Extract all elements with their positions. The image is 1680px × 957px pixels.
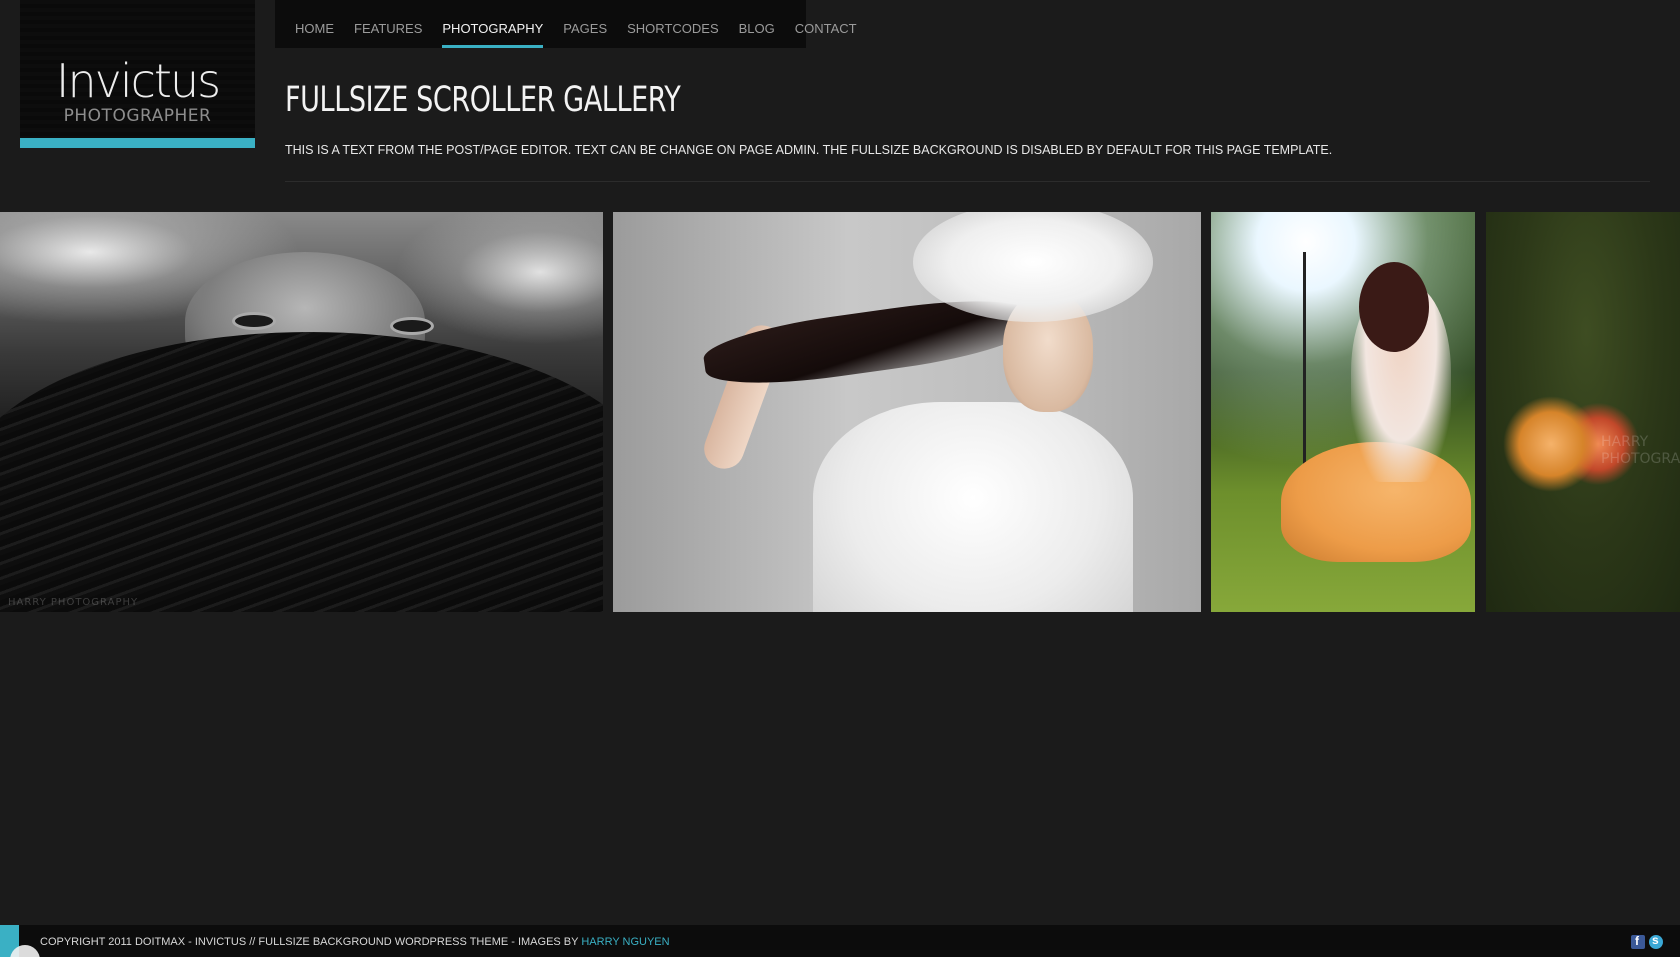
- gallery-photo-2[interactable]: [613, 212, 1201, 612]
- logo-accent-bar: [20, 138, 255, 148]
- nav-item-photography[interactable]: PHOTOGRAPHY: [442, 0, 543, 48]
- photo-watermark: HARRY PHOTOGRA: [1601, 434, 1680, 467]
- footer-copyright-text: COPYRIGHT 2011 DOITMAX - INVICTUS // FUL…: [40, 936, 579, 948]
- scroller-gallery[interactable]: HARRY PHOTOGRAPHY HARRY PHOTOGRA: [0, 212, 1680, 612]
- footer-copyright: COPYRIGHT 2011 DOITMAX - INVICTUS // FUL…: [40, 936, 670, 948]
- nav-item-contact[interactable]: CONTACT: [795, 0, 857, 48]
- photo-eye: [390, 317, 434, 335]
- nav-item-home[interactable]: HOME: [295, 0, 334, 48]
- site-footer: COPYRIGHT 2011 DOITMAX - INVICTUS // FUL…: [0, 925, 1680, 957]
- photo-light-stand: [1303, 252, 1306, 482]
- logo-name: Invictus: [55, 54, 221, 108]
- photo-body: [813, 402, 1133, 612]
- page-description: THIS IS A TEXT FROM THE POST/PAGE EDITOR…: [285, 143, 1333, 157]
- site-logo[interactable]: Invictus PHOTOGRAPHER: [20, 0, 255, 148]
- nav-item-pages[interactable]: PAGES: [563, 0, 607, 48]
- page-title: FULLSIZE SCROLLER GALLERY: [285, 80, 681, 120]
- photo-hair: [1359, 262, 1429, 352]
- nav-item-features[interactable]: FEATURES: [354, 0, 422, 48]
- gallery-photo-3[interactable]: [1211, 212, 1475, 612]
- nav-item-blog[interactable]: BLOG: [739, 0, 775, 48]
- facebook-icon[interactable]: [1631, 934, 1645, 949]
- skype-icon[interactable]: [1649, 933, 1663, 949]
- main-nav: HOME FEATURES PHOTOGRAPHY PAGES SHORTCOD…: [275, 0, 857, 48]
- content-divider: [285, 181, 1650, 182]
- footer-author-link[interactable]: HARRY NGUYEN: [581, 936, 669, 948]
- gallery-photo-1[interactable]: HARRY PHOTOGRAPHY: [0, 212, 603, 612]
- logo-subtitle: PHOTOGRAPHER: [63, 106, 212, 126]
- photo-watermark: HARRY PHOTOGRAPHY: [8, 597, 139, 608]
- nav-item-shortcodes[interactable]: SHORTCODES: [627, 0, 719, 48]
- photo-hair: [0, 332, 603, 612]
- gallery-photo-4[interactable]: HARRY PHOTOGRA: [1486, 212, 1680, 612]
- photo-eye: [232, 312, 276, 330]
- page: Invictus PHOTOGRAPHER HOME FEATURES PHOT…: [0, 0, 1680, 957]
